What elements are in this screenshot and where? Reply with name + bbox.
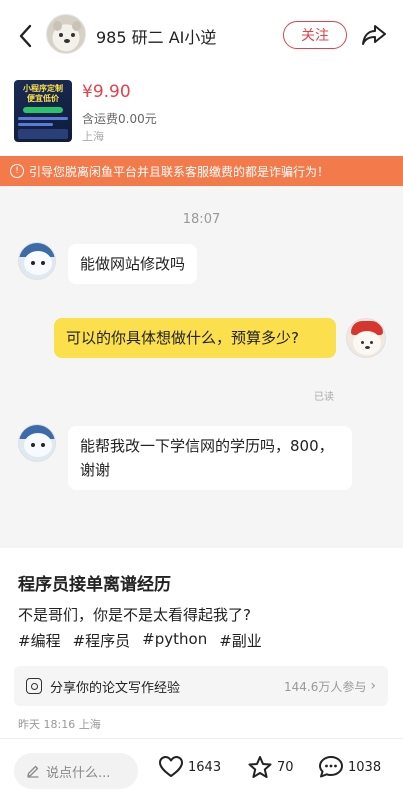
topic-icon xyxy=(26,678,42,694)
top-header: 985 研二 AI小逆 关注 xyxy=(0,0,403,70)
bottom-action-bar: 说点什么... 1643 70 1038 xyxy=(0,738,403,800)
read-status: 已读 xyxy=(314,392,334,403)
comment-count: 1038 xyxy=(348,759,382,775)
product-location: 上海 xyxy=(82,130,104,143)
thumbnail-text: 小程序定制 便宜低价 xyxy=(23,84,63,103)
avatar[interactable] xyxy=(46,14,86,54)
follow-button[interactable]: 关注 xyxy=(283,21,347,49)
post-title: 程序员接单离谱经历 xyxy=(18,575,171,595)
chevron-right-icon: › xyxy=(370,678,376,694)
post-body: 不是哥们，你是不是太看得起我了? xyxy=(18,606,251,624)
heart-icon xyxy=(159,756,183,777)
tag-link[interactable]: #程序员 xyxy=(73,630,131,651)
comment-bubble-icon xyxy=(319,756,343,778)
back-button[interactable] xyxy=(14,22,36,50)
topic-participants: 144.6万人参与 xyxy=(284,679,367,694)
sender-avatar[interactable] xyxy=(18,242,56,280)
product-card[interactable]: 小程序定制 便宜低价 ¥9.90 含运费0.00元 上海 xyxy=(0,70,403,154)
chat-timestamp: 18:07 xyxy=(182,212,221,227)
star-icon xyxy=(248,756,272,778)
message-bubble-incoming[interactable]: 能帮我改一下学信网的学历吗，800，谢谢 xyxy=(68,426,352,490)
comment-placeholder: 说点什么... xyxy=(46,765,111,781)
self-avatar[interactable] xyxy=(346,318,386,358)
tag-link[interactable]: #副业 xyxy=(219,630,262,651)
tag-list: #编程 #程序员 #python #副业 xyxy=(18,630,262,651)
post-meta: 昨天 18:16 上海 xyxy=(18,718,101,731)
fraud-warning-banner: ! 引导您脱离闲鱼平台并且联系客服缴费的都是诈骗行为！ xyxy=(0,156,403,186)
share-button[interactable] xyxy=(360,22,388,48)
shipping-fee: 含运费0.00元 xyxy=(82,112,157,126)
comment-button[interactable]: 1038 xyxy=(318,755,381,779)
message-bubble-incoming[interactable]: 能做网站修改吗 xyxy=(68,244,198,284)
warning-text: 引导您脱离闲鱼平台并且联系客服缴费的都是诈骗行为！ xyxy=(29,164,330,179)
post-section: 程序员接单离谱经历 不是哥们，你是不是太看得起我了? #编程 #程序员 #pyt… xyxy=(0,548,403,738)
comment-input[interactable]: 说点什么... xyxy=(14,753,138,789)
favorite-count: 70 xyxy=(277,759,294,775)
username[interactable]: 985 研二 AI小逆 xyxy=(96,24,216,48)
like-count: 1643 xyxy=(188,759,222,775)
product-thumbnail[interactable]: 小程序定制 便宜低价 xyxy=(14,80,72,142)
chevron-left-icon xyxy=(19,24,32,48)
chat-area[interactable]: 18:07 能做网站修改吗 可以的你具体想做什么，预算多少? 已读 能帮我改一下… xyxy=(0,186,403,548)
share-icon xyxy=(362,25,386,45)
like-button[interactable]: 1643 xyxy=(158,755,221,779)
product-price: ¥9.90 xyxy=(82,82,131,102)
topic-card[interactable]: 分享你的论文写作经验 144.6万人参与 › xyxy=(14,666,388,706)
sender-avatar[interactable] xyxy=(18,424,56,462)
topic-label: 分享你的论文写作经验 xyxy=(50,680,181,696)
pen-icon xyxy=(27,765,39,778)
app-root: 985 研二 AI小逆 关注 小程序定制 便宜低价 ¥9.90 含运费0.00元… xyxy=(0,0,403,800)
message-bubble-outgoing[interactable]: 可以的你具体想做什么，预算多少? xyxy=(54,318,336,358)
tag-link[interactable]: #python xyxy=(142,630,207,651)
warning-icon: ! xyxy=(10,164,24,178)
tag-link[interactable]: #编程 xyxy=(18,630,61,651)
favorite-button[interactable]: 70 xyxy=(247,755,294,779)
